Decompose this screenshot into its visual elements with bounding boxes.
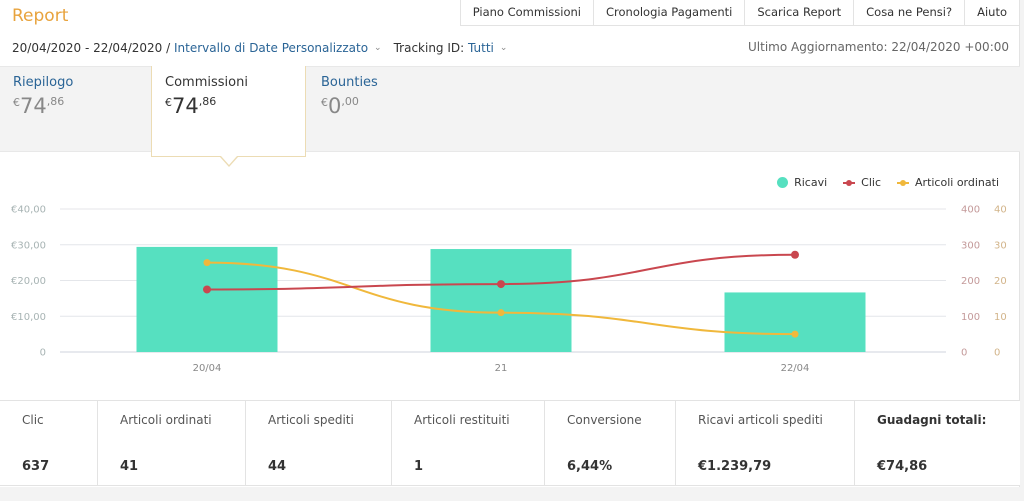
right-axis-clic-tick: 200 [961,276,980,287]
left-axis-tick: €20,00 [11,276,46,287]
right-axis-clic-tick: 300 [961,240,980,251]
stat-ricavi-articoli-spediti: Ricavi articoli spediti €1.239,79 [676,401,855,485]
point-clic [203,285,211,294]
right-axis-articoli-tick: 30 [994,240,1007,251]
tab-label: Bounties [321,75,378,90]
stats-row: Clic 637 Articoli ordinati 41 Articoli spe… [0,400,1020,486]
tab-amount: €74,86 [13,94,65,118]
legend-clic[interactable]: Clic [843,176,881,189]
stat-clic: Clic 637 [0,401,98,485]
nav-piano-commissioni[interactable]: Piano Commissioni [461,0,594,25]
report-page: Report Piano Commissioni Cronologia Paga… [0,0,1020,501]
right-axis-articoli-tick: 20 [994,276,1007,287]
nav-cosa-ne-pensi[interactable]: Cosa ne Pensi? [854,0,966,25]
stat-articoli-restituiti: Articoli restituiti 1 [392,401,545,485]
chevron-down-icon[interactable]: ⌄ [374,43,382,53]
legend-line-icon [897,179,910,186]
left-axis-tick: €40,00 [11,205,46,216]
stat-articoli-ordinati: Articoli ordinati 41 [98,401,246,485]
left-axis-tick: €10,00 [11,312,46,323]
tab-bounties[interactable]: Bounties €0,00 [308,66,458,152]
x-axis-tick: 22/04 [781,363,810,374]
point-articoli-ordinati [203,259,211,267]
tab-label: Commissioni [165,75,248,90]
right-axis-articoli-tick: 0 [994,348,1000,359]
tracking-label: Tracking ID: [393,41,465,55]
tracking-id-dropdown[interactable]: Tutti [468,41,494,55]
page-footer-band [0,487,1024,501]
right-axis-clic-tick: 400 [961,205,980,216]
date-range-dropdown[interactable]: Intervallo di Date Personalizzato [174,41,368,55]
right-axis-articoli-tick: 40 [994,205,1007,216]
stat-articoli-spediti: Articoli spediti 44 [246,401,392,485]
point-clic [791,250,799,259]
x-axis-tick: 21 [495,363,508,374]
point-clic [497,280,505,289]
tab-riepilogo[interactable]: Riepilogo €74,86 [0,66,151,152]
point-articoli-ordinati [497,309,505,317]
legend-ricavi[interactable]: Ricavi [777,176,827,189]
point-articoli-ordinati [791,330,799,338]
tab-amount: €0,00 [321,94,359,118]
nav-cronologia-pagamenti[interactable]: Cronologia Pagamenti [594,0,746,25]
nav-aiuto[interactable]: Aiuto [965,0,1019,25]
left-axis-tick: 0 [40,348,46,359]
stat-conversione: Conversione 6,44% [545,401,676,485]
chart-legend: Ricavi Clic Articoli ordinati [761,176,999,189]
combo-chart: 0 0 0 €10,00 100 10 €20,00 200 20 €30,00 300 30 €40,… [11,205,1007,375]
left-axis-tick: €30,00 [11,240,46,251]
legend-dot-icon [777,177,789,188]
tab-amount: €74,86 [165,94,217,118]
filter-bar: 20/04/2020 - 22/04/2020 / Intervallo di … [12,41,519,55]
tab-commissioni[interactable]: Commissioni €74,86 [151,66,306,157]
legend-articoli-ordinati[interactable]: Articoli ordinati [897,176,999,189]
bar-ricavi [724,292,866,352]
chevron-down-icon[interactable]: ⌄ [500,43,508,53]
right-axis-articoli-tick: 10 [994,312,1007,323]
date-range: 20/04/2020 - 22/04/2020 / [12,41,171,55]
right-axis-clic-tick: 100 [961,312,980,323]
page-title: Report [12,6,69,26]
x-axis-tick: 20/04 [193,363,222,374]
right-axis-clic-tick: 0 [961,348,967,359]
stat-guadagni-totali: Guadagni totali: €74,86 [877,413,987,474]
top-nav: Piano Commissioni Cronologia Pagamenti S… [459,0,1019,26]
nav-scarica-report[interactable]: Scarica Report [745,0,855,25]
active-tab-caret-fill [221,156,237,165]
tab-label: Riepilogo [13,75,74,90]
last-update: Ultimo Aggiornamento: 22/04/2020 +00:00 [748,40,1009,54]
bar-ricavi [430,249,572,352]
legend-line-icon [843,179,856,186]
